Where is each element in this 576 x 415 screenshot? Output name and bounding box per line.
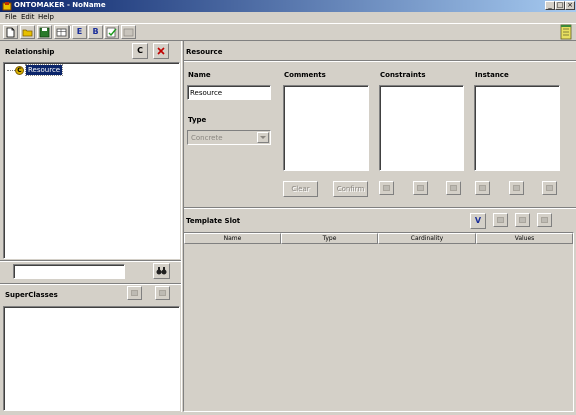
- table-icon: [56, 28, 67, 37]
- tree-item-resource[interactable]: Resource: [24, 64, 64, 76]
- save-button[interactable]: [37, 25, 52, 39]
- type-select-value: Concrete: [191, 134, 223, 142]
- folder-icon: [22, 29, 33, 37]
- toolbar: E B: [0, 23, 576, 41]
- menu-help[interactable]: Help: [38, 13, 54, 21]
- find-button[interactable]: [153, 263, 170, 279]
- name-label: Name: [188, 71, 211, 79]
- type-label: Type: [188, 116, 207, 124]
- superclasses-list[interactable]: [3, 306, 180, 411]
- slot-action-2-button[interactable]: [515, 213, 530, 227]
- b-button[interactable]: B: [88, 25, 103, 39]
- chevron-down-icon[interactable]: [257, 132, 269, 143]
- constraints-label: Constraints: [380, 71, 426, 79]
- grid-button[interactable]: [121, 25, 136, 39]
- check-icon: [106, 27, 117, 38]
- left-divider-2: [0, 283, 181, 285]
- check-button[interactable]: [104, 25, 119, 39]
- slot-action-1-button[interactable]: [493, 213, 508, 227]
- dropdown-arrow-icon: [260, 136, 266, 139]
- column-header-cardinality[interactable]: Cardinality: [378, 233, 476, 244]
- instance-label: Instance: [475, 71, 509, 79]
- template-divider: [184, 207, 576, 209]
- new-file-button[interactable]: [3, 25, 18, 39]
- menu-file[interactable]: File: [5, 13, 17, 21]
- maximize-button[interactable]: □: [555, 1, 565, 10]
- table-button[interactable]: [54, 25, 69, 39]
- comments-field[interactable]: [283, 85, 369, 171]
- binoculars-icon: [156, 267, 167, 275]
- confirm-button[interactable]: Confirm: [333, 181, 368, 197]
- e-button[interactable]: E: [72, 25, 87, 39]
- relationship-label: Relationship: [5, 48, 55, 56]
- window-title: ONTOMAKER - NoName: [14, 1, 106, 9]
- minimize-button[interactable]: _: [545, 1, 555, 10]
- column-header-name[interactable]: Name: [184, 233, 281, 244]
- comments-label: Comments: [284, 71, 326, 79]
- template-slot-label: Template Slot: [186, 217, 241, 225]
- clear-button[interactable]: Clear: [283, 181, 318, 197]
- grid-icon: [123, 28, 134, 37]
- menu-edit[interactable]: Edit: [21, 13, 35, 21]
- add-slot-button[interactable]: V: [470, 213, 486, 229]
- superclass-add-button[interactable]: [127, 286, 142, 300]
- constraint-action-1-button[interactable]: [379, 181, 394, 195]
- left-divider: [0, 260, 181, 262]
- search-input[interactable]: [13, 264, 125, 279]
- delete-button[interactable]: [153, 43, 169, 59]
- delete-icon: [157, 47, 165, 55]
- class-icon: C: [15, 66, 24, 75]
- resource-title: Resource: [186, 48, 223, 56]
- menu-bar: File Edit Help: [0, 12, 576, 23]
- column-header-values[interactable]: Values: [476, 233, 573, 244]
- v-label: V: [474, 216, 482, 225]
- app-icon: [2, 2, 12, 11]
- save-icon: [39, 27, 50, 38]
- template-slot-table[interactable]: [183, 232, 574, 412]
- relationship-tree[interactable]: C Resource: [3, 62, 180, 259]
- new-file-icon: [6, 27, 15, 38]
- constraints-field[interactable]: [379, 85, 464, 171]
- constraint-action-2-button[interactable]: [413, 181, 428, 195]
- add-class-button[interactable]: C: [132, 43, 148, 59]
- superclass-remove-button[interactable]: [155, 286, 170, 300]
- type-select[interactable]: Concrete: [187, 130, 271, 145]
- instance-action-3-button[interactable]: [542, 181, 557, 195]
- superclasses-label: SuperClasses: [5, 291, 58, 299]
- constraint-action-3-button[interactable]: [446, 181, 461, 195]
- instance-field[interactable]: [474, 85, 560, 171]
- title-bar: ONTOMAKER - NoName _ □ ×: [0, 0, 576, 12]
- name-field[interactable]: [187, 85, 271, 100]
- column-header-type[interactable]: Type: [281, 233, 378, 244]
- right-header-divider: [184, 60, 576, 62]
- notepad-icon: [560, 24, 572, 40]
- instance-action-1-button[interactable]: [475, 181, 490, 195]
- open-file-button[interactable]: [20, 25, 35, 39]
- notepad-button[interactable]: [559, 24, 573, 40]
- toolbar-separator: [69, 26, 71, 38]
- instance-action-2-button[interactable]: [509, 181, 524, 195]
- close-window-button[interactable]: ×: [565, 1, 575, 10]
- slot-action-3-button[interactable]: [537, 213, 552, 227]
